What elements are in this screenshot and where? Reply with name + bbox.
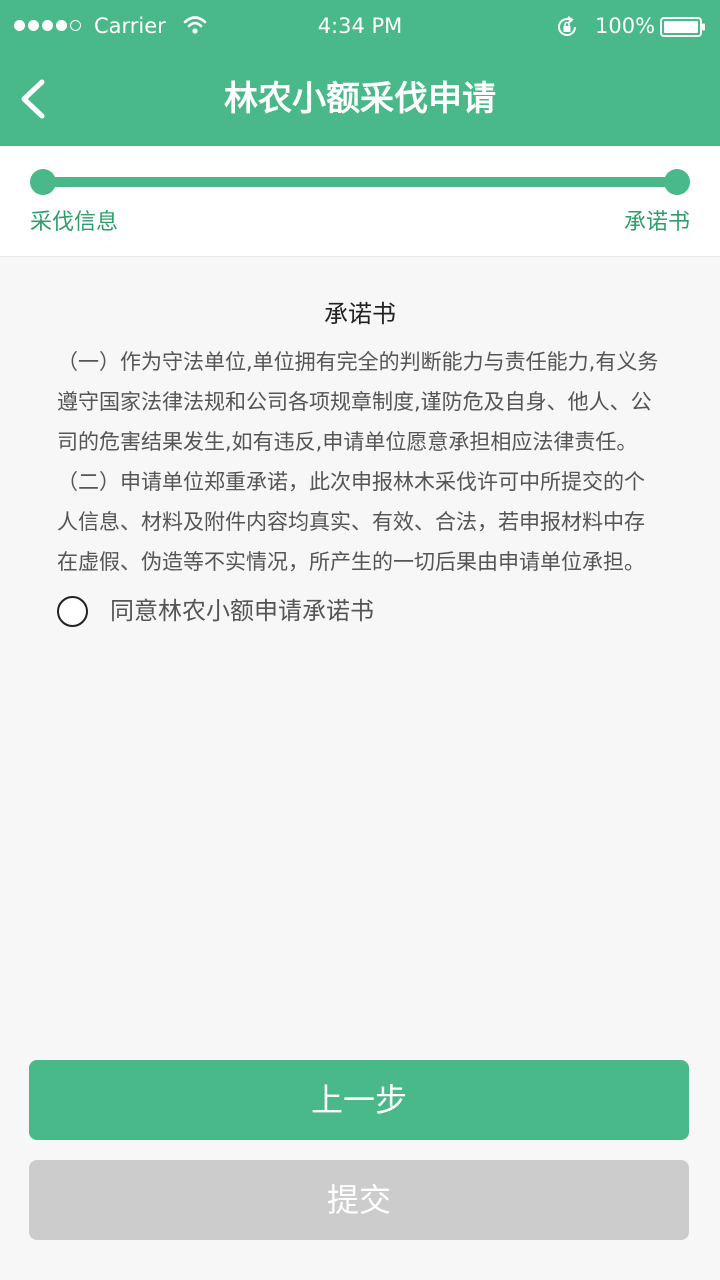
step-label-harvest-info: 采伐信息 [30,210,119,235]
progress-node-end [664,169,690,195]
progress-node-start [30,169,56,195]
radio-circle-icon[interactable] [57,595,88,627]
battery-percentage: 100% [595,14,656,38]
document-body: （一）作为守法单位,单位拥有完全的判断能力与责任能力,有义务 遵守国家法律法规和… [57,342,691,582]
agree-checkbox[interactable]: 同意林农小额申请承诺书 [57,593,374,629]
step-label-commitment: 承诺书 [623,210,690,235]
document-line: 在虚假、伪造等不实情况，所产生的一切后果由申请单位承担。 [57,550,645,574]
document-line: （二）申请单位郑重承诺，此次申报林木采伐许可中所提交的个 [57,470,645,494]
progress-track [42,177,678,187]
battery-icon [660,17,705,37]
status-bar: Carrier 4:34 PM 100% [0,0,720,52]
progress-stepper: 采伐信息 承诺书 [0,146,720,257]
document-line: （一）作为守法单位,单位拥有完全的判断能力与责任能力,有义务 [57,350,659,374]
previous-step-button[interactable]: 上一步 [29,1060,689,1140]
submit-button[interactable]: 提交 [29,1160,689,1240]
document-line: 司的危害结果发生,如有违反,申请单位愿意承担相应法律责任。 [57,430,638,454]
page-title: 林农小额采伐申请 [224,79,496,119]
document-line: 遵守国家法律法规和公司各项规章制度,谨防危及自身、他人、公 [57,390,652,414]
rotation-lock-icon [558,16,576,36]
nav-bar: 林农小额采伐申请 [0,52,720,146]
agree-label: 同意林农小额申请承诺书 [110,597,374,625]
document-line: 人信息、材料及附件内容均真实、有效、合法，若申报材料中存 [57,510,645,534]
document-title: 承诺书 [324,300,396,328]
